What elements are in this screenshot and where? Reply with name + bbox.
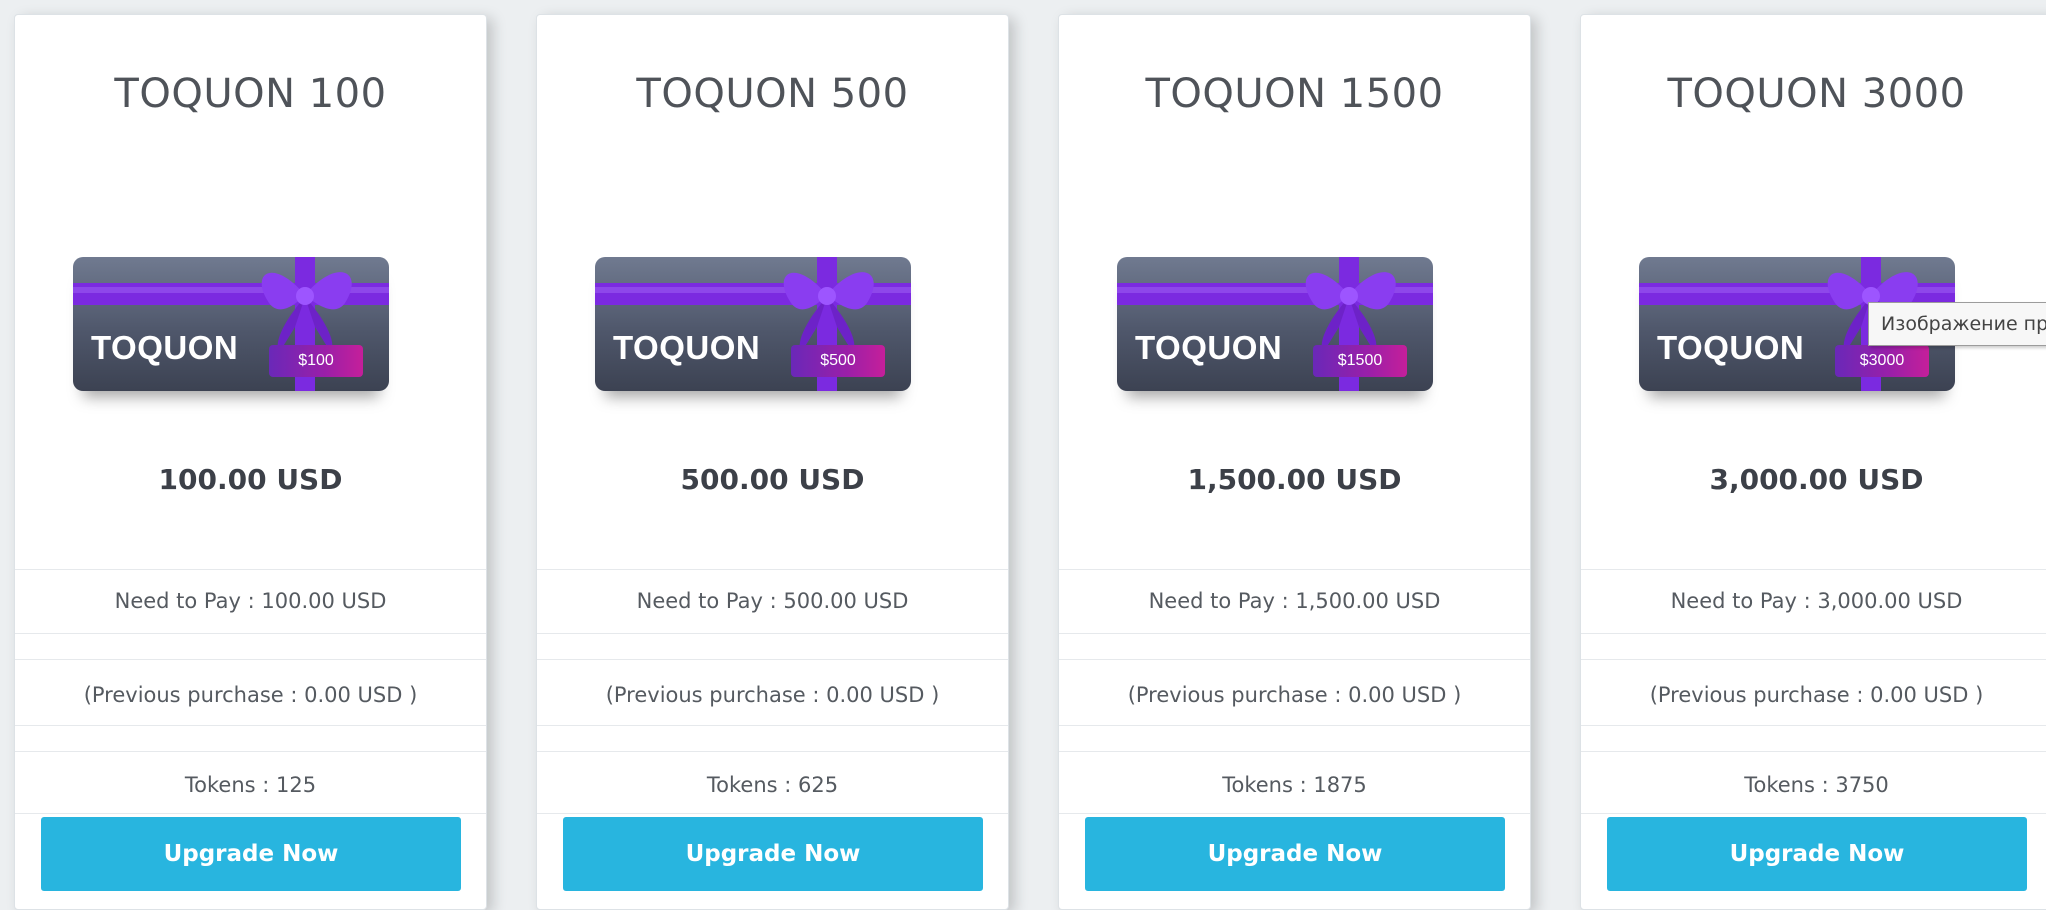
- gift-amount-badge: $500: [791, 345, 885, 377]
- divider: [537, 659, 1008, 660]
- tokens-text: Tokens : 625: [706, 773, 839, 797]
- upgrade-now-button[interactable]: Upgrade Now: [563, 817, 983, 891]
- divider: [537, 569, 1008, 570]
- divider: [1059, 813, 1530, 814]
- previous-purchase-text: (Previous purchase : 0.00 USD ): [1127, 683, 1462, 707]
- pricing-card-toquon-100: TOQUON 100 TOQUON $100 100.00 USD Need t…: [14, 14, 487, 910]
- divider: [1581, 725, 2046, 726]
- image-tooltip: Изображение пр: [1868, 302, 2046, 346]
- previous-purchase-text: (Previous purchase : 0.00 USD ): [83, 683, 418, 707]
- need-to-pay-text: Need to Pay : 3,000.00 USD: [1670, 589, 1963, 613]
- divider: [1581, 751, 2046, 752]
- divider: [1059, 751, 1530, 752]
- gift-amount-badge: $1500: [1313, 345, 1407, 377]
- card-title: TOQUON 3000: [1667, 71, 1966, 117]
- upgrade-now-button[interactable]: Upgrade Now: [41, 817, 461, 891]
- gift-brand-label: TOQUON: [91, 329, 239, 366]
- divider: [1059, 633, 1530, 634]
- divider: [1581, 569, 2046, 570]
- gift-amount-badge: $3000: [1835, 345, 1929, 377]
- divider: [1581, 813, 2046, 814]
- divider: [537, 633, 1008, 634]
- divider: [15, 725, 486, 726]
- divider: [15, 751, 486, 752]
- divider: [1059, 659, 1530, 660]
- divider: [15, 659, 486, 660]
- gift-amount-badge: $100: [269, 345, 363, 377]
- divider: [15, 633, 486, 634]
- tokens-text: Tokens : 3750: [1744, 773, 1889, 797]
- card-price: 100.00 USD: [158, 463, 343, 496]
- gift-brand-label: TOQUON: [613, 329, 761, 366]
- divider: [15, 569, 486, 570]
- card-price: 500.00 USD: [680, 463, 865, 496]
- need-to-pay-text: Need to Pay : 1,500.00 USD: [1148, 589, 1441, 613]
- tokens-text: Tokens : 1875: [1222, 773, 1367, 797]
- gift-card-image: TOQUON $100: [73, 257, 389, 391]
- divider: [1581, 659, 2046, 660]
- upgrade-now-button[interactable]: Upgrade Now: [1607, 817, 2027, 891]
- divider: [537, 813, 1008, 814]
- gift-brand-label: TOQUON: [1135, 329, 1283, 366]
- divider: [1059, 725, 1530, 726]
- gift-brand-label: TOQUON: [1657, 329, 1805, 366]
- need-to-pay-text: Need to Pay : 100.00 USD: [114, 589, 387, 613]
- card-title: TOQUON 100: [114, 71, 387, 117]
- pricing-card-toquon-3000: TOQUON 3000 TOQUON $3000 3,000.00 USD Ne…: [1580, 14, 2046, 910]
- divider: [1059, 569, 1530, 570]
- pricing-cards-row: TOQUON 100 TOQUON $100 100.00 USD Need t…: [14, 14, 2046, 910]
- tokens-text: Tokens : 125: [184, 773, 317, 797]
- card-title: TOQUON 500: [636, 71, 909, 117]
- divider: [537, 725, 1008, 726]
- divider: [15, 813, 486, 814]
- card-price: 1,500.00 USD: [1187, 463, 1402, 496]
- gift-card-image: TOQUON $1500: [1117, 257, 1433, 391]
- gift-card-image: TOQUON $500: [595, 257, 911, 391]
- pricing-card-toquon-500: TOQUON 500 TOQUON $500 500.00 USD Need t…: [536, 14, 1009, 910]
- card-price: 3,000.00 USD: [1709, 463, 1924, 496]
- need-to-pay-text: Need to Pay : 500.00 USD: [636, 589, 909, 613]
- upgrade-now-button[interactable]: Upgrade Now: [1085, 817, 1505, 891]
- card-title: TOQUON 1500: [1145, 71, 1444, 117]
- pricing-card-toquon-1500: TOQUON 1500 TOQUON $1500 1,500.00 USD Ne…: [1058, 14, 1531, 910]
- divider: [537, 751, 1008, 752]
- divider: [1581, 633, 2046, 634]
- previous-purchase-text: (Previous purchase : 0.00 USD ): [1649, 683, 1984, 707]
- previous-purchase-text: (Previous purchase : 0.00 USD ): [605, 683, 940, 707]
